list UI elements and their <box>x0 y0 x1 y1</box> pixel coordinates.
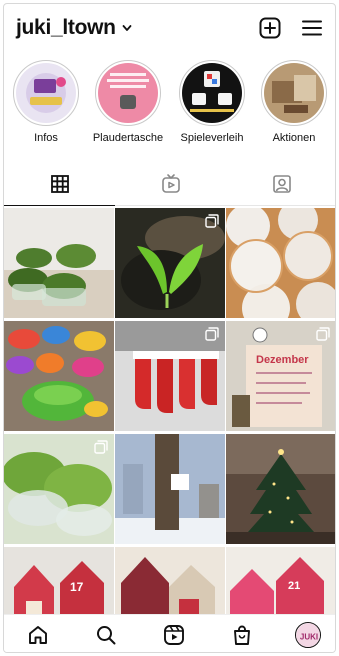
post-thumbnail[interactable] <box>226 208 335 318</box>
search-icon[interactable] <box>94 623 118 647</box>
multiple-photos-icon <box>94 440 108 454</box>
menu-icon[interactable] <box>300 16 324 40</box>
post-thumbnail[interactable] <box>226 434 335 544</box>
account-switcher[interactable]: juki_ltown <box>16 16 132 40</box>
bottom-navigation: JUKI <box>4 614 335 652</box>
highlight-label: Spieleverleih <box>180 132 244 144</box>
chevron-down-icon <box>122 25 132 31</box>
grid-icon <box>50 174 69 193</box>
profile-avatar[interactable]: JUKI <box>295 622 321 648</box>
home-icon[interactable] <box>26 623 50 647</box>
multiple-photos-icon <box>316 327 330 341</box>
post-thumbnail[interactable] <box>4 321 114 431</box>
multiple-photos-icon <box>205 214 219 228</box>
post-image-snowy-tree <box>115 434 225 544</box>
tagged-icon <box>272 175 291 193</box>
tab-posts-grid[interactable] <box>4 162 115 206</box>
highlight-label: Plaudertasche <box>92 132 164 144</box>
highlight-ring <box>13 60 79 126</box>
post-thumbnail[interactable]: Dezember <box>226 321 335 431</box>
posts-grid: Dezember 17 21 <box>4 208 335 614</box>
post-thumbnail[interactable] <box>115 547 225 614</box>
post-image-advent-houses-2 <box>115 547 225 614</box>
highlight-infos[interactable]: Infos <box>8 60 84 144</box>
post-thumbnail[interactable] <box>4 434 114 544</box>
highlight-plaudertasche[interactable]: Plaudertasche <box>90 60 166 144</box>
highlight-spieleverleih[interactable]: Spieleverleih <box>174 60 250 144</box>
post-image-donuts <box>226 208 335 318</box>
post-image-advent-houses-3: 21 <box>226 547 335 614</box>
highlight-aktionen[interactable]: Aktionen <box>256 60 332 144</box>
reels-icon <box>161 174 180 193</box>
post-thumbnail[interactable]: 17 <box>4 547 114 614</box>
tab-reels[interactable] <box>115 162 226 206</box>
username: juki_ltown <box>16 16 116 39</box>
post-image-plants-pots <box>4 208 114 318</box>
highlight-cover-aktionen <box>264 63 324 123</box>
profile-tabs <box>4 162 335 206</box>
highlight-ring <box>261 60 327 126</box>
highlight-ring <box>95 60 161 126</box>
highlight-cover-infos <box>16 63 76 123</box>
post-image-christmas-tree <box>226 434 335 544</box>
post-thumbnail[interactable]: 21 <box>226 547 335 614</box>
post-thumbnail[interactable] <box>115 208 225 318</box>
highlight-cover-spieleverleih <box>182 63 242 123</box>
avatar-text: JUKI <box>300 633 318 642</box>
post-thumbnail[interactable] <box>115 321 225 431</box>
post-image-advent-houses: 17 <box>4 547 114 614</box>
highlight-ring <box>179 60 245 126</box>
tab-tagged[interactable] <box>226 162 335 206</box>
calendar-number: 21 <box>288 580 300 592</box>
phone-screen: juki_ltown Infos Plaudertasche Spielever… <box>3 3 336 653</box>
shop-icon[interactable] <box>230 623 254 647</box>
calendar-number: 17 <box>70 580 84 594</box>
poster-title: Dezember <box>256 354 309 366</box>
plus-square-icon[interactable] <box>258 16 282 40</box>
profile-header: juki_ltown <box>4 4 335 54</box>
post-thumbnail[interactable] <box>115 434 225 544</box>
highlight-label: Aktionen <box>272 132 316 144</box>
post-thumbnail[interactable] <box>4 208 114 318</box>
highlight-label: Infos <box>34 132 58 144</box>
highlight-cover-plaudertasche <box>98 63 158 123</box>
story-highlights: Infos Plaudertasche Spieleverleih Aktion… <box>4 60 335 152</box>
avatar-image: JUKI <box>296 623 320 647</box>
post-image-colorful-crafts <box>4 321 114 431</box>
multiple-photos-icon <box>205 327 219 341</box>
reels-icon[interactable] <box>162 623 186 647</box>
